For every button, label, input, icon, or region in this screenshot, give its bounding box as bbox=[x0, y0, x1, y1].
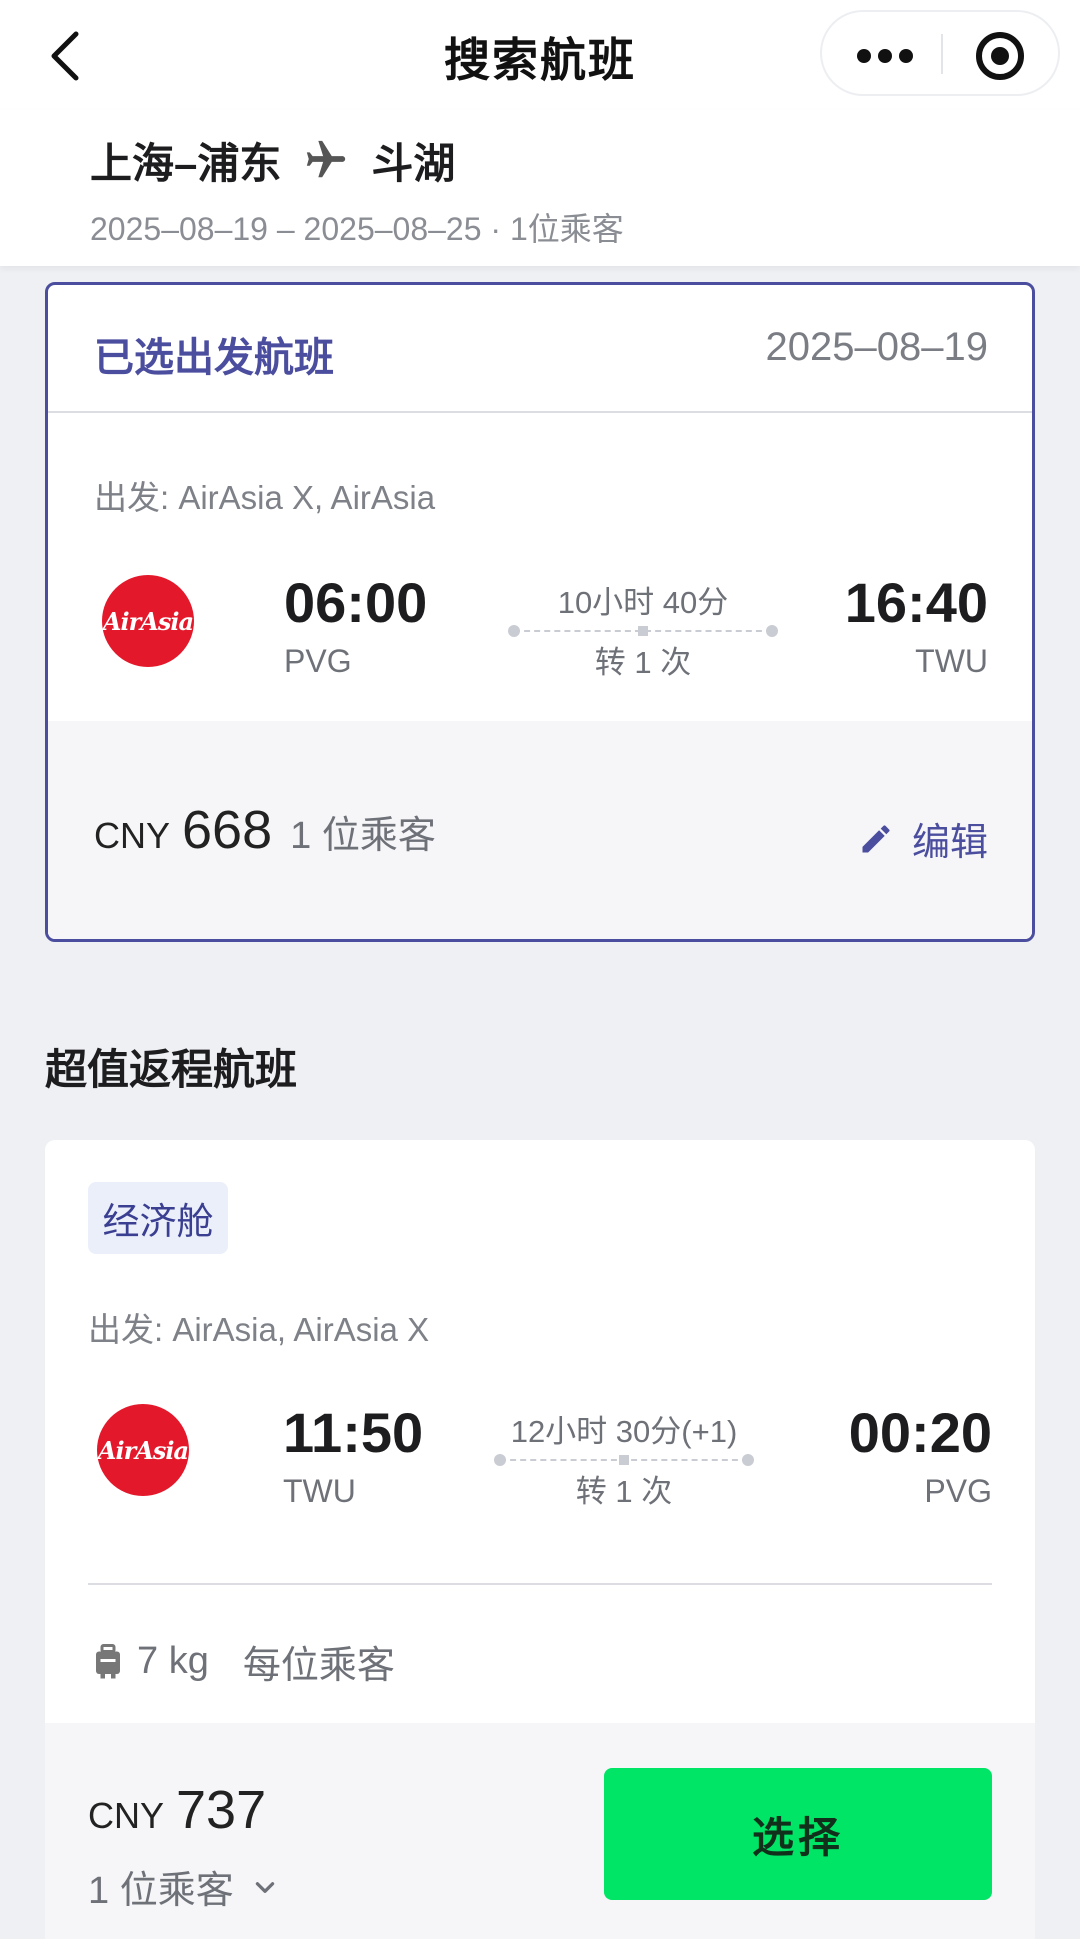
nav-bar: 搜索航班 bbox=[0, 0, 1080, 110]
departure-time: 11:50 bbox=[283, 1401, 424, 1464]
stops-count: 转 1 次 bbox=[575, 1474, 673, 1509]
close-program-button[interactable] bbox=[944, 12, 1060, 94]
arrival-airport: TWU bbox=[915, 643, 988, 679]
destination-city: 斗湖 bbox=[371, 139, 456, 187]
select-button[interactable]: 选择 bbox=[604, 1768, 992, 1900]
pencil-icon bbox=[862, 824, 890, 852]
plane-icon bbox=[307, 140, 346, 178]
selected-card-header: 已选出发航班 2025–08–19 bbox=[48, 285, 1032, 413]
carrier-line: 出发: AirAsia, AirAsia X bbox=[88, 1311, 430, 1348]
edit-button[interactable]: 编辑 bbox=[858, 811, 988, 866]
arrival-time: 16:40 bbox=[844, 571, 988, 634]
origin-city: 上海–浦东 bbox=[90, 139, 282, 187]
more-button[interactable] bbox=[822, 12, 942, 94]
selected-price: CNY 668 1 位乘客 bbox=[94, 799, 436, 861]
selected-flight-label: 已选出发航班 bbox=[94, 336, 334, 380]
edit-label: 编辑 bbox=[911, 822, 988, 864]
passenger-count: 1 位乘客 bbox=[290, 815, 436, 857]
card-divider bbox=[88, 1583, 992, 1585]
baggage-weight: 7 kg bbox=[137, 1640, 209, 1682]
route-path-line bbox=[508, 625, 778, 637]
airasia-logo: AirAsia bbox=[102, 575, 194, 667]
more-dots-icon bbox=[857, 49, 913, 63]
currency-code: CNY bbox=[94, 815, 171, 856]
departure-time: 06:00 bbox=[284, 571, 428, 634]
route-dates-passengers: 2025–08–19 – 2025–08–25 · 1位乘客 bbox=[90, 211, 624, 247]
passenger-count: 1 位乘客 bbox=[88, 1870, 234, 1912]
selected-flight-date: 2025–08–19 bbox=[765, 325, 988, 369]
route-line: 上海–浦东 斗湖 bbox=[90, 132, 455, 188]
capsule-divider bbox=[941, 34, 943, 74]
selected-price-area: CNY 668 1 位乘客 编辑 bbox=[48, 721, 1032, 939]
flight-duration: 12小时 30分(+1) bbox=[510, 1414, 738, 1449]
route-summary: 上海–浦东 斗湖 2025–08–19 – 2025–08–25 · 1位乘客 bbox=[0, 110, 1080, 266]
price-amount: 668 bbox=[182, 800, 273, 860]
flight-duration: 10小时 40分 bbox=[557, 585, 729, 620]
airasia-logo: AirAsia bbox=[97, 1404, 189, 1496]
flight-search-page: 搜索航班 上海–浦东 斗湖 2025–08–19 – 2025–08–25 · … bbox=[0, 0, 1080, 1939]
price-amount: 737 bbox=[176, 1780, 267, 1840]
baggage-allowance: 7 kg 每位乘客 bbox=[93, 1634, 395, 1689]
currency-code: CNY bbox=[88, 1795, 165, 1836]
baggage-note: 每位乘客 bbox=[242, 1645, 395, 1687]
cabin-class-badge: 经济舱 bbox=[88, 1182, 228, 1254]
chevron-down-icon bbox=[255, 1881, 274, 1893]
return-section-title: 超值返程航班 bbox=[45, 1046, 298, 1093]
luggage-icon bbox=[96, 1643, 120, 1678]
carrier-line: 出发: AirAsia X, AirAsia bbox=[94, 479, 436, 516]
passenger-selector[interactable]: 1 位乘客 bbox=[88, 1859, 278, 1914]
departure-airport: PVG bbox=[284, 643, 352, 679]
target-icon bbox=[976, 32, 1024, 80]
return-price: CNY 737 bbox=[88, 1779, 284, 1841]
departure-airport: TWU bbox=[283, 1473, 356, 1509]
route-path-line bbox=[494, 1454, 754, 1466]
arrival-airport: PVG bbox=[924, 1473, 992, 1509]
stops-count: 转 1 次 bbox=[594, 645, 692, 680]
selected-outbound-card: 已选出发航班 2025–08–19 出发: AirAsia X, AirAsia… bbox=[45, 282, 1035, 942]
mini-program-capsule bbox=[820, 10, 1060, 96]
arrival-time: 00:20 bbox=[848, 1401, 992, 1464]
